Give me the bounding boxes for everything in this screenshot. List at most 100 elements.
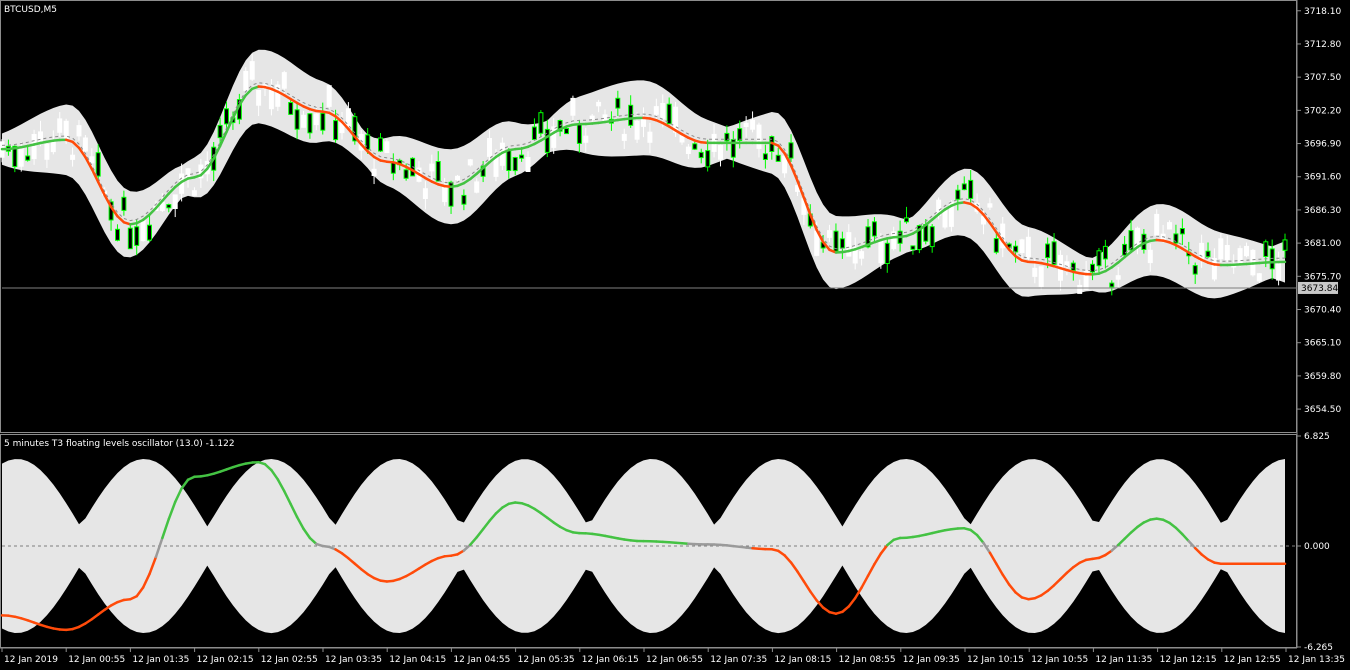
candle (422, 188, 428, 199)
price-tick-label: 3707.50 (1304, 73, 1341, 83)
candle (390, 162, 396, 174)
candle (1263, 241, 1269, 258)
candle (25, 155, 31, 161)
candle (50, 140, 56, 153)
candle (910, 245, 916, 250)
candle (506, 149, 512, 172)
candle (647, 131, 653, 143)
candle (1179, 228, 1185, 235)
candle (1224, 245, 1230, 261)
time-tick-label: 12 Jan 02:15 (197, 655, 254, 665)
time-tick-label: 12 Jan 02:55 (261, 655, 318, 665)
price-tick-label: 3686.30 (1304, 206, 1341, 216)
candle (762, 153, 768, 161)
price-tick-label: 3696.90 (1304, 140, 1341, 150)
candle (621, 133, 627, 141)
candle (1019, 239, 1025, 253)
time-tick-label: 12 Jan 05:35 (518, 655, 575, 665)
candle (1282, 239, 1288, 251)
price-tick-label: 3659.80 (1304, 372, 1341, 382)
candle (44, 143, 50, 160)
candle (589, 115, 595, 120)
candle (679, 135, 685, 143)
candle (698, 151, 704, 159)
candle (929, 226, 935, 248)
candle (756, 124, 762, 149)
time-tick-label: 12 Jan 01:35 (132, 655, 189, 665)
candle (653, 106, 659, 115)
candle (467, 159, 473, 166)
chart-window: 3718.10 3712.80 3707.50 3702.20 3696.90 3691.… (0, 0, 1345, 665)
candle (147, 224, 152, 241)
time-tick-label: 12 Jan 03:35 (325, 655, 382, 665)
candle (294, 109, 300, 130)
price-plot[interactable] (0, 49, 1297, 299)
price-panel-frame (0, 0, 1297, 433)
price-tick-label: 3712.80 (1304, 40, 1341, 50)
price-tick-label: 3670.40 (1304, 306, 1341, 316)
oscillator-segment (847, 596, 857, 608)
time-tick-label: 12 Jan 10:15 (967, 655, 1024, 665)
candle (512, 157, 518, 172)
candle (1109, 282, 1115, 288)
candle (839, 238, 845, 249)
oscillator-segment (180, 478, 190, 490)
candle (403, 169, 409, 179)
candle (268, 88, 274, 110)
candle (345, 108, 351, 128)
candle (89, 156, 95, 164)
candle (1070, 262, 1076, 271)
candle (256, 90, 262, 106)
candle (519, 154, 525, 159)
time-tick-label: 12 Jan 10:55 (1031, 655, 1088, 665)
candle (531, 126, 537, 140)
candle (544, 128, 550, 153)
candle (313, 113, 319, 126)
osc-tick-label: 0.000 (1304, 542, 1330, 552)
candle (217, 124, 223, 139)
candle (525, 157, 531, 172)
candle (288, 102, 294, 115)
candle (384, 141, 390, 154)
candle (628, 104, 634, 126)
time-tick-label: 12 Jan 07:35 (710, 655, 767, 665)
candle (871, 221, 877, 237)
candle (564, 128, 569, 135)
candle (596, 101, 602, 107)
time-tick-label: 12 Jan 04:15 (389, 655, 446, 665)
oscillator-plot[interactable] (0, 459, 1297, 634)
candle (326, 85, 332, 107)
candle (955, 189, 961, 200)
candle (172, 194, 178, 209)
candle (1122, 243, 1128, 256)
candle (320, 112, 326, 131)
price-tick-label: 3691.60 (1304, 173, 1341, 183)
candle (1154, 213, 1160, 236)
candle (365, 134, 371, 151)
candle (743, 122, 749, 128)
time-tick-label: 12 Jan 2019 (4, 655, 58, 665)
candle (1096, 250, 1102, 267)
time-tick-label: 12 Jan 11:35 (1095, 655, 1152, 665)
candle (371, 168, 377, 177)
candle (487, 138, 492, 157)
candle (692, 143, 698, 150)
candle (1237, 248, 1243, 266)
candle (1045, 243, 1051, 259)
candle (1192, 265, 1198, 275)
candle (993, 238, 999, 253)
candle (76, 125, 82, 137)
candle (31, 134, 37, 160)
candle (70, 154, 76, 160)
candle (281, 72, 287, 89)
candle (1147, 249, 1153, 264)
candle (1244, 245, 1249, 257)
time-tick-label: 12 Jan 08:55 (839, 655, 896, 665)
candle (660, 103, 666, 120)
candle (301, 114, 306, 128)
candle (191, 190, 197, 196)
osc-tick-label: 6.825 (1304, 432, 1330, 442)
candle (685, 146, 691, 155)
candle (121, 196, 127, 211)
candle (884, 242, 890, 265)
